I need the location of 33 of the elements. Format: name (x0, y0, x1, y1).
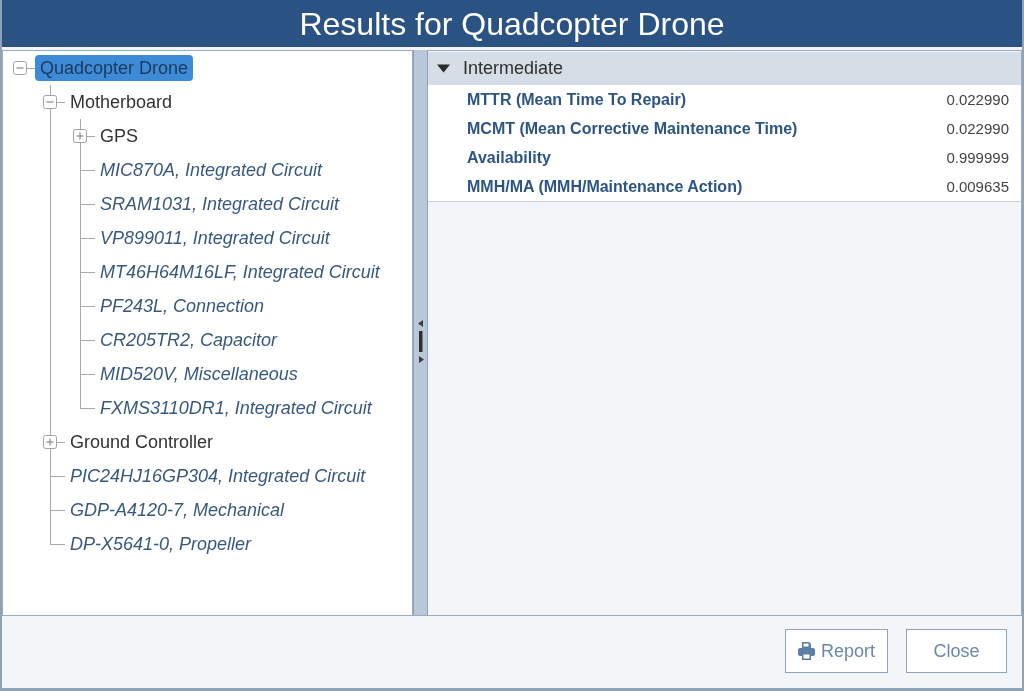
metric-value: 0.009635 (946, 178, 1009, 195)
minus-box-icon[interactable] (43, 95, 57, 109)
window-title: Results for Quadcopter Drone (299, 4, 725, 43)
minus-box-icon[interactable] (13, 61, 27, 75)
tree-item[interactable]: FXMS3110DR1, Integrated Circuit (95, 395, 377, 421)
splitter-grip-icon (417, 319, 424, 364)
tree-item[interactable]: MID520V, Miscellaneous (95, 361, 303, 387)
metric-label: MTTR (Mean Time To Repair) (467, 90, 686, 109)
metric-label: Availability (467, 148, 551, 167)
tree-item[interactable]: SRAM1031, Integrated Circuit (95, 191, 345, 217)
close-button[interactable]: Close (906, 629, 1007, 673)
plus-box-icon[interactable] (73, 129, 87, 143)
tree-item[interactable]: Ground Controller (65, 429, 219, 455)
metric-value: 0.022990 (946, 120, 1009, 137)
tree-item[interactable]: MT46H64M16LF, Integrated Circuit (95, 259, 385, 285)
plus-box-icon[interactable] (43, 435, 57, 449)
printer-icon (797, 642, 815, 660)
report-button[interactable]: Report (784, 629, 888, 673)
section-header[interactable]: Intermediate (428, 52, 1021, 85)
tree-item[interactable]: PF243L, Connection (95, 293, 270, 319)
metric-value: 0.999999 (946, 149, 1009, 166)
tree-item[interactable]: Motherboard (65, 89, 178, 115)
tree-item[interactable]: MIC870A, Integrated Circuit (95, 157, 328, 183)
tree-item[interactable]: GDP-A4120-7, Mechanical (65, 497, 290, 523)
tree-item[interactable]: CR205TR2, Capacitor (95, 327, 283, 353)
tree-item[interactable]: VP899011, Integrated Circuit (95, 225, 335, 251)
tree-item[interactable]: GPS (95, 123, 143, 149)
pane-splitter[interactable] (413, 50, 428, 615)
metric-label: MMH/MA (MMH/Maintenance Action) (467, 177, 743, 196)
tree-item[interactable]: DP-X5641-0, Propeller (65, 531, 257, 557)
metric-value: 0.022990 (946, 91, 1009, 108)
metric-label: MCMT (Mean Corrective Maintenance Time) (467, 119, 798, 138)
tree-item[interactable]: PIC24HJ16GP304, Integrated Circuit (65, 463, 371, 489)
